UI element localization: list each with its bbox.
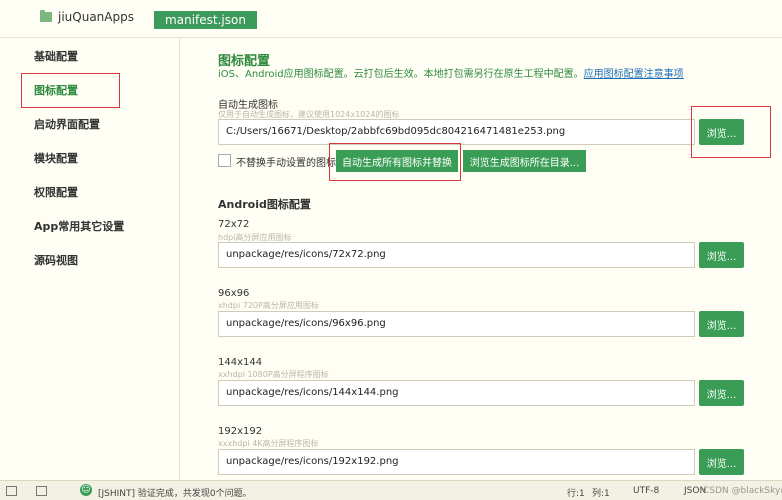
highlight-box-browse [691,106,771,158]
sidebar-item-basic[interactable]: 基础配置 [34,48,78,64]
highlight-box-sidebar [21,73,120,108]
sidebar-item-splash[interactable]: 启动界面配置 [34,116,100,132]
android-section-title: Android图标配置 [218,198,311,211]
sidebar-item-other[interactable]: App常用其它设置 [34,218,124,234]
sidebar-item-source[interactable]: 源码视图 [34,252,78,268]
sidebar-item-modules[interactable]: 模块配置 [34,150,78,166]
highlight-box-generate [329,143,461,181]
auto-gen-path-input[interactable]: C:/Users/16671/Desktop/2abbfc69bd095dc80… [218,119,695,145]
icon-path-input-96[interactable]: unpackage/res/icons/96x96.png [218,311,695,337]
project-tab[interactable]: jiuQuanApps [40,10,134,24]
panel-toggle-icon[interactable] [6,486,17,496]
status-bar: ☺ [JSHINT] 验证完成，共发现0个问题。 行:1 列:1 UTF-8 J… [0,480,782,500]
cursor-line: 行:1 [567,489,585,499]
icon-hint: xhdpi 720P高分屏应用图标 [218,301,319,310]
cursor-column: 列:1 [592,489,610,499]
icon-size-label: 72x72 [218,219,250,230]
watermark: CSDN @blackSky@pen [703,486,782,496]
icon-browse-button-96[interactable]: 浏览... [699,311,744,337]
icon-size-label: 96x96 [218,288,250,299]
icon-hint: xxxhdpi 4K高分屏程序图标 [218,439,319,448]
icon-browse-button-144[interactable]: 浏览... [699,380,744,406]
icon-config-panel: 图标配置 iOS、Android应用图标配置。云打包后生效。本地打包需另行在原生… [181,38,782,480]
icon-size-label: 144x144 [218,357,263,368]
console-icon[interactable] [36,486,47,496]
icon-browse-button-72[interactable]: 浏览... [699,242,744,268]
folder-icon [40,10,52,22]
section-description: iOS、Android应用图标配置。云打包后生效。本地打包需另行在原生工程中配置… [218,65,684,80]
description-text: iOS、Android应用图标配置。云打包后生效。本地打包需另行在原生工程中配置… [218,69,584,80]
icon-path-input-144[interactable]: unpackage/res/icons/144x144.png [218,380,695,406]
editor-tabbar: jiuQuanApps manifest.json [0,0,782,38]
icon-path-input-72[interactable]: unpackage/res/icons/72x72.png [218,242,695,268]
smile-icon: ☺ [80,484,92,496]
icon-size-label: 192x192 [218,426,263,437]
no-replace-checkbox[interactable] [218,154,231,167]
validation-message: [JSHINT] 验证完成，共发现0个问题。 [98,489,252,499]
icon-hint: xxhdpi 1080P高分屏程序图标 [218,370,329,379]
sidebar-item-permissions[interactable]: 权限配置 [34,184,78,200]
encoding-indicator[interactable]: UTF-8 [633,486,659,496]
config-sidebar: 基础配置 图标配置 启动界面配置 模块配置 权限配置 App常用其它设置 源码视… [0,38,180,480]
project-name: jiuQuanApps [58,10,134,24]
browse-icon-dir-button[interactable]: 浏览生成图标所在目录... [463,150,586,172]
icon-browse-button-192[interactable]: 浏览... [699,449,744,475]
icon-path-input-192[interactable]: unpackage/res/icons/192x192.png [218,449,695,475]
no-replace-checkbox-label: 不替换手动设置的图标 [236,158,336,169]
notes-link[interactable]: 应用图标配置注意事项 [584,69,684,80]
tab-manifest[interactable]: manifest.json [154,11,257,29]
